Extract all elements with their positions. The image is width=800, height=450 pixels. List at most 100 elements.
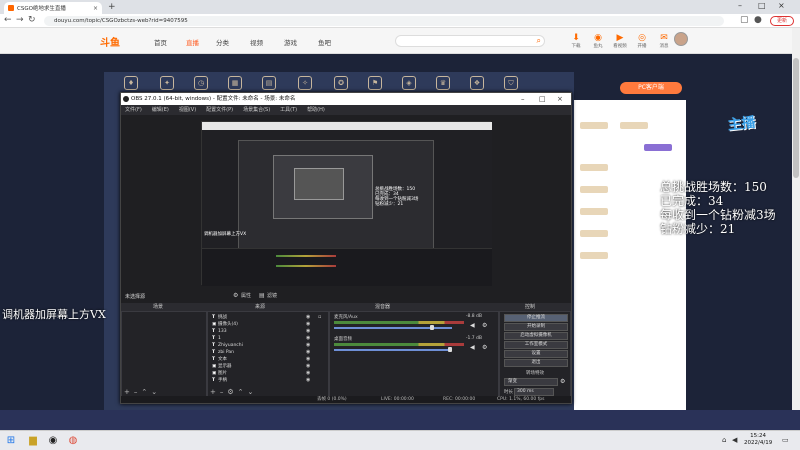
pc-client-button[interactable]: PC客户端: [620, 82, 682, 94]
update-button[interactable]: 更新: [770, 16, 794, 26]
calendar-icon[interactable]: ▦: [228, 76, 242, 90]
nav-live[interactable]: 直播: [186, 37, 199, 47]
shield-icon[interactable]: ⛉: [504, 76, 518, 90]
source-settings-icon[interactable]: ⚙: [227, 388, 237, 396]
nav-home[interactable]: 首页: [154, 37, 167, 47]
visibility-eye-icon[interactable]: ◉: [306, 321, 310, 327]
address-bar[interactable]: douyu.com/topic/CSGOzbctzs-web?rid=94075…: [44, 16, 724, 26]
stop-streaming-button[interactable]: 停止推流: [504, 314, 568, 322]
add-scene-icon[interactable]: +: [124, 388, 134, 396]
source-row[interactable]: ▣ 摄像头(4): [212, 321, 238, 328]
move-down-icon[interactable]: ⌄: [248, 388, 258, 396]
transition-select[interactable]: 渐变: [504, 378, 558, 386]
obs-minimize-icon[interactable]: –: [521, 93, 525, 105]
new-tab-icon[interactable]: +: [108, 2, 116, 12]
visibility-eye-icon[interactable]: ◉: [306, 370, 310, 376]
controls-panel[interactable]: 停止推流 开始录制 启动虚拟摄像机 工作室模式 设置 退出 转场特效 渐变 ⚙ …: [499, 311, 571, 399]
menu-help[interactable]: 帮助(H): [307, 105, 325, 115]
exit-button[interactable]: 退出: [504, 359, 568, 367]
filters-button[interactable]: 滤镜: [267, 292, 277, 299]
nav-category[interactable]: 分类: [216, 37, 229, 47]
clock-icon[interactable]: ◷: [194, 76, 208, 90]
start-recording-button[interactable]: 开始录制: [504, 323, 568, 331]
visibility-eye-icon[interactable]: ◉: [306, 363, 310, 369]
medal-icon[interactable]: ✪: [334, 76, 348, 90]
page-scrollbar[interactable]: [792, 28, 800, 430]
speaker-icon[interactable]: ◀: [470, 322, 475, 329]
profile-icon[interactable]: ●: [754, 15, 762, 25]
gear-icon[interactable]: ⚙: [482, 344, 487, 351]
speaker-icon[interactable]: ◀: [470, 344, 475, 351]
task-icon[interactable]: ✦: [160, 76, 174, 90]
obs-taskbar-icon[interactable]: ◉: [46, 434, 60, 448]
nav-yuba[interactable]: 鱼吧: [318, 37, 331, 47]
visibility-eye-icon[interactable]: ◉: [306, 328, 310, 334]
move-up-icon[interactable]: ⌃: [238, 388, 248, 396]
back-icon[interactable]: ←: [4, 15, 12, 25]
source-row[interactable]: T 133: [212, 328, 227, 335]
reload-icon[interactable]: ↻: [28, 15, 36, 25]
trophy-icon[interactable]: ♛: [436, 76, 450, 90]
source-row[interactable]: ▣ 图片: [212, 370, 227, 377]
notification-icon[interactable]: ▭: [782, 436, 789, 444]
chrome-taskbar-icon[interactable]: ◍: [66, 434, 80, 448]
douyu-logo[interactable]: 斗鱼: [100, 34, 120, 49]
flag-icon[interactable]: ⚑: [368, 76, 382, 90]
visibility-eye-icon[interactable]: ◉: [306, 335, 310, 341]
obs-maximize-icon[interactable]: □: [539, 93, 546, 105]
source-row[interactable]: T 手柄: [212, 377, 227, 384]
mixer-mic-slider[interactable]: [334, 327, 452, 329]
source-row[interactable]: Tzbi Pan: [212, 349, 234, 356]
source-row[interactable]: T 文本: [212, 356, 227, 363]
transition-gear-icon[interactable]: ⚙: [560, 378, 565, 385]
mixer-panel[interactable]: 麦克风/Aux -8.8 dB ◀ ⚙ 桌面音频 -1.7 dB ◀ ⚙: [329, 311, 499, 399]
header-broadcast[interactable]: ◎ 开播: [632, 33, 652, 49]
move-up-icon[interactable]: ⌃: [141, 388, 151, 396]
move-down-icon[interactable]: ⌄: [151, 388, 161, 396]
visibility-eye-icon[interactable]: ◉: [306, 377, 310, 383]
file-explorer-icon[interactable]: ▆: [26, 434, 40, 448]
obs-close-icon[interactable]: ×: [557, 93, 563, 105]
gift-icon[interactable]: ♦: [124, 76, 138, 90]
header-message[interactable]: ✉ 消息: [654, 33, 674, 49]
visibility-eye-icon[interactable]: ◉: [306, 342, 310, 348]
volume-icon[interactable]: ◀: [732, 436, 737, 444]
scenes-panel[interactable]: +–⌃⌄: [121, 311, 207, 399]
source-row[interactable]: T1: [212, 335, 221, 342]
obs-window[interactable]: OBS 27.0.1 (64-bit, windows) - 配置文件: 未命名…: [120, 92, 572, 404]
user-avatar[interactable]: [674, 32, 688, 46]
source-row[interactable]: T 挑战: [212, 314, 227, 321]
windows-start-icon[interactable]: ⊞: [4, 434, 18, 448]
header-download[interactable]: ⬇ 下载: [566, 33, 586, 49]
star-icon[interactable]: ✧: [298, 76, 312, 90]
virtual-camera-button[interactable]: 启动虚拟摄像机: [504, 332, 568, 340]
visibility-eye-icon[interactable]: ◉: [306, 314, 310, 320]
maximize-icon[interactable]: □: [758, 1, 766, 10]
minimize-icon[interactable]: –: [738, 1, 742, 10]
source-row[interactable]: T Zhiyuanchi: [212, 342, 243, 349]
obs-preview[interactable]: 总挑战胜场数：150 已完成：34 每收到一个钻粉减3场 钻粉减少：21 调机器…: [201, 121, 492, 286]
visibility-eye-icon[interactable]: ◉: [306, 356, 310, 362]
sources-panel[interactable]: T 挑战 ▣ 摄像头(4) T 133 T1 T Zhiyuanchi Tzbi Pan…: [207, 311, 329, 399]
menu-edit[interactable]: 编辑(E): [152, 105, 169, 115]
chest-icon[interactable]: ▤: [262, 76, 276, 90]
gear-icon[interactable]: ⚙: [482, 322, 487, 329]
close-window-icon[interactable]: ×: [778, 1, 785, 10]
source-row[interactable]: ▣ 显示器: [212, 363, 232, 370]
nav-game[interactable]: 游戏: [284, 37, 297, 47]
mixer-desktop-slider[interactable]: [334, 349, 452, 351]
menu-file[interactable]: 文件(F): [125, 105, 142, 115]
search-icon[interactable]: ⌕: [537, 36, 541, 46]
filters-icon[interactable]: ▤: [259, 292, 265, 299]
lock-icon[interactable]: ▫: [318, 314, 321, 320]
header-video[interactable]: ▶ 看视频: [610, 33, 630, 49]
mixer-mic-knob[interactable]: [430, 325, 434, 330]
site-search-input[interactable]: ⌕: [395, 35, 545, 47]
properties-button[interactable]: 属性: [241, 292, 251, 299]
forward-icon[interactable]: →: [16, 15, 24, 25]
visibility-eye-icon[interactable]: ◉: [306, 349, 310, 355]
settings-button[interactable]: 设置: [504, 350, 568, 358]
menu-tools[interactable]: 工具(T): [280, 105, 297, 115]
game-icon[interactable]: ◈: [402, 76, 416, 90]
nav-video[interactable]: 视频: [250, 37, 263, 47]
